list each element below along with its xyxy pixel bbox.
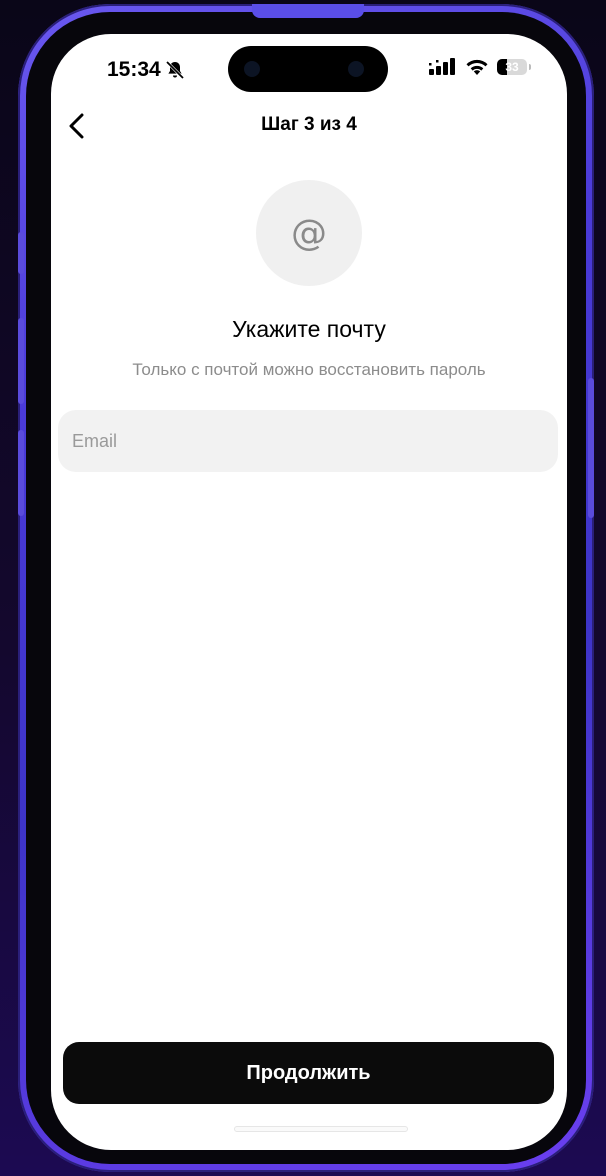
device-top-edge [252,4,364,18]
page-subtitle: Только с почтой можно восстановить парол… [132,360,486,379]
phone-screen: 15:34 33 Шаг 3 из 4 @ Укажите почту Толь… [51,34,567,1150]
status-icons: 33 [429,58,531,76]
dynamic-island [228,46,388,92]
battery-percent: 33 [505,60,519,74]
camera-lens [244,61,260,77]
bell-slash-icon [165,60,184,80]
device-volume-up [18,318,24,404]
continue-button[interactable]: Продолжить [63,1042,554,1104]
home-indicator[interactable] [234,1126,408,1132]
device-action-button [18,232,24,274]
battery-icon: 33 [497,59,527,75]
email-avatar: @ [256,180,362,286]
device-volume-down [18,430,24,516]
step-title: Шаг 3 из 4 [261,114,357,135]
nav-bar: Шаг 3 из 4 [51,104,567,148]
signal-icon [429,58,455,75]
page-title: Укажите почту [232,316,386,342]
wifi-icon [466,59,488,75]
status-time-text: 15:34 [107,58,161,81]
battery-tip [529,64,531,70]
status-time: 15:34 [107,58,185,82]
device-power-button [588,378,594,518]
at-sign-icon: @ [291,212,327,254]
camera-lens [348,61,364,77]
email-field[interactable] [58,410,558,472]
